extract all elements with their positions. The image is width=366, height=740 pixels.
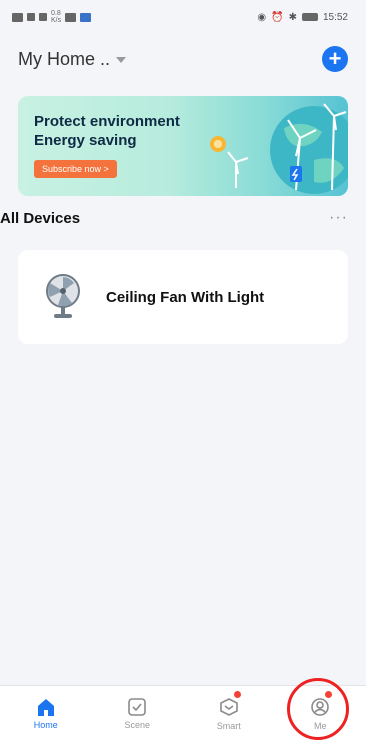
- banner-title: Protect environment Energy saving: [34, 112, 180, 150]
- tab-home[interactable]: Home: [0, 686, 92, 740]
- device-card[interactable]: Ceiling Fan With Light: [18, 250, 348, 344]
- bluetooth-icon: ✱: [288, 11, 297, 23]
- status-icons-left: 0.8 K/s: [12, 10, 92, 24]
- scene-icon: [128, 697, 147, 716]
- globe-illustration-icon: [270, 103, 348, 194]
- status-time: 15:52: [322, 11, 348, 23]
- subscribe-button[interactable]: Subscribe now >: [34, 160, 117, 178]
- wifi-icon: [39, 13, 47, 21]
- battery-icon: [301, 13, 318, 21]
- eye-icon: ◉: [257, 11, 267, 23]
- banner-title-line1: Protect environment: [34, 113, 180, 130]
- status-bar: 0.8 K/s ◉ ⏰ ✱ 15:52: [0, 0, 366, 34]
- home-icon: [37, 698, 54, 716]
- notification-dot: [233, 691, 241, 698]
- device-name: Ceiling Fan With Light: [106, 288, 265, 306]
- notification-icon: [65, 12, 77, 22]
- tab-scene[interactable]: Scene: [92, 686, 184, 740]
- add-device-button[interactable]: +: [322, 46, 348, 72]
- app-notification-icon: [80, 12, 92, 22]
- tab-label: Smart: [216, 720, 241, 731]
- tab-label: Scene: [124, 719, 151, 730]
- tab-smart[interactable]: Smart: [183, 686, 275, 740]
- chevron-down-icon: [116, 57, 127, 63]
- header: My Home .. +: [18, 44, 348, 74]
- smart-icon: [219, 697, 238, 716]
- plus-icon: +: [328, 46, 342, 71]
- more-options-icon[interactable]: ···: [329, 209, 348, 227]
- fan-icon: [46, 274, 80, 318]
- home-selector[interactable]: My Home ..: [18, 48, 127, 70]
- highlight-ring: [287, 678, 349, 740]
- status-icons-right: ◉ ⏰ ✱ 15:52: [257, 12, 348, 23]
- banner-title-line2: Energy saving: [34, 132, 137, 149]
- home-name: My Home ..: [18, 48, 111, 69]
- small-turbine-icon: [227, 151, 249, 188]
- net-speed: 0.8 K/s: [51, 10, 62, 24]
- alarm-icon: ⏰: [271, 11, 284, 23]
- promo-banner[interactable]: Protect environment Energy saving Subscr…: [18, 96, 348, 196]
- devices-section-header: All Devices ···: [0, 205, 348, 231]
- section-title: All Devices: [0, 209, 81, 227]
- sim-icon: [12, 12, 23, 22]
- tab-label: Home: [33, 719, 58, 730]
- signal-icon: [27, 13, 35, 21]
